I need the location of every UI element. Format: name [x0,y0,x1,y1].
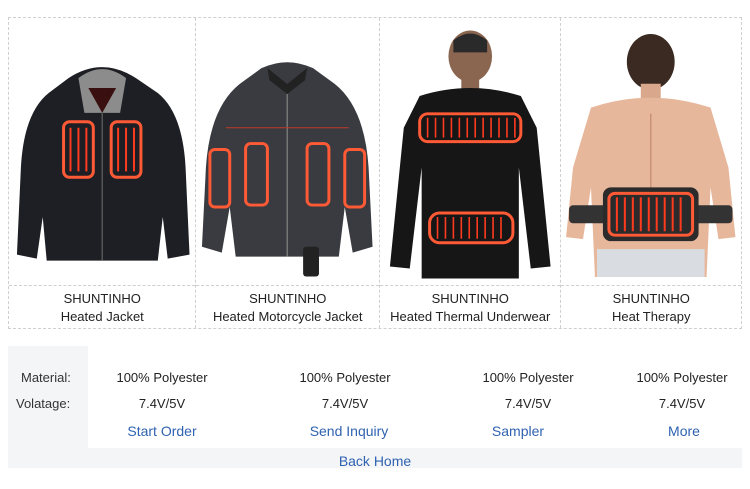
more-link[interactable]: More [614,423,750,439]
product-card[interactable]: SHUNTINHO Heated Thermal Underwear [379,18,562,328]
sampler-link[interactable]: Sampler [448,423,588,439]
send-inquiry-link[interactable]: Send Inquiry [279,423,419,439]
product-card[interactable]: SHUNTINHO Heated Jacket [9,18,197,328]
material-value: 100% Polyester [636,370,728,385]
product-name[interactable]: Heat Therapy [561,308,741,326]
voltage-value: 7.4V/5V [321,396,369,411]
voltage-value: 7.4V/5V [504,396,552,411]
heated-motorcycle-jacket-image[interactable] [196,18,379,286]
start-order-link[interactable]: Start Order [92,423,232,439]
voltage-label: Volatage: [16,396,71,411]
product-grid: SHUNTINHO Heated Jacket SHUNTINHO Heated… [8,17,742,329]
product-brand: SHUNTINHO [249,291,327,306]
heat-therapy-belt-image[interactable] [561,18,741,286]
product-name[interactable]: Heated Thermal Underwear [380,308,561,326]
material-value: 100% Polyester [116,370,208,385]
heated-thermal-underwear-image[interactable] [379,18,561,286]
product-card[interactable]: SHUNTINHO Heat Therapy [561,18,741,328]
product-card[interactable]: SHUNTINHO Heated Motorcycle Jacket [196,18,380,328]
material-value: 100% Polyester [482,370,574,385]
product-brand: SHUNTINHO [612,291,690,306]
product-name[interactable]: Heated Motorcycle Jacket [196,308,379,326]
back-home-link[interactable]: Back Home [339,453,411,469]
footer-bar: Back Home [8,448,742,469]
spec-table: Material: Volatage: 100% Polyester 100% … [8,346,742,466]
product-brand: SHUNTINHO [63,291,141,306]
material-value: 100% Polyester [299,370,391,385]
heated-jacket-image[interactable] [9,18,196,286]
product-brand: SHUNTINHO [431,291,509,306]
product-name[interactable]: Heated Jacket [9,308,195,326]
material-label: Material: [21,370,71,385]
voltage-value: 7.4V/5V [658,396,706,411]
voltage-value: 7.4V/5V [138,396,186,411]
